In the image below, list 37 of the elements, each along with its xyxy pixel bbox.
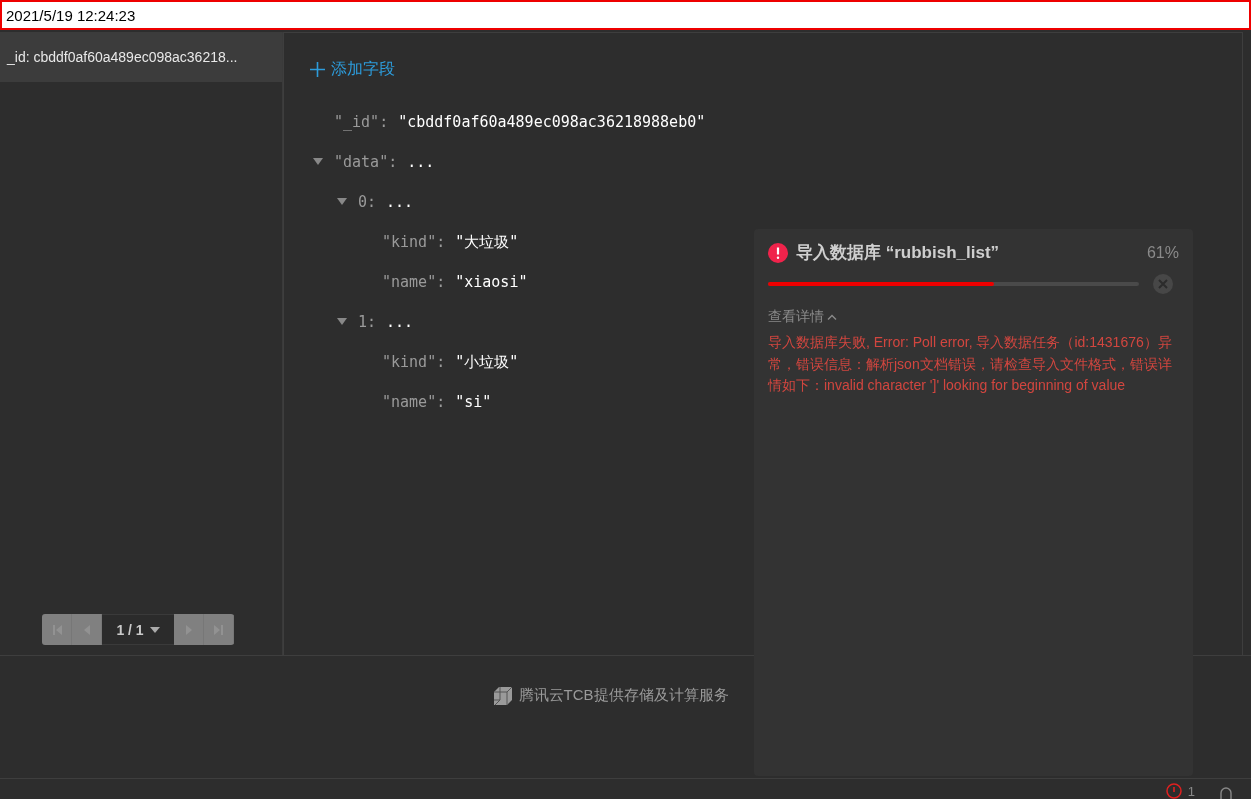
field-value: ... — [407, 153, 435, 171]
notification-title: 导入数据库 “rubbish_list” — [796, 242, 1001, 264]
field-key: "_id": — [334, 113, 389, 131]
field-value: "cbddf0af60a489ec098ac36218988eb0" — [398, 113, 706, 131]
field-key: 1: — [358, 313, 377, 331]
field-key: "name": — [382, 273, 446, 291]
time-field[interactable]: 2021/5/19 12:24:23 — [0, 0, 1251, 30]
cube-icon — [492, 686, 513, 706]
error-count: 1 — [1187, 785, 1195, 799]
field-value: "大垃圾" — [455, 232, 519, 252]
error-icon — [768, 242, 788, 263]
field-value: "小垃圾" — [455, 352, 519, 372]
close-icon — [1158, 279, 1168, 289]
field-value: "si" — [455, 393, 492, 411]
caret-icon — [337, 198, 347, 206]
field-key: "kind": — [382, 233, 446, 251]
field-key: "name": — [382, 393, 446, 411]
progress-percent: 61% — [1146, 243, 1179, 262]
warning-icon — [1165, 783, 1182, 799]
field-key: "kind": — [382, 353, 446, 371]
caret-icon — [313, 158, 323, 166]
field-key: "data": — [334, 153, 398, 171]
plus-icon — [310, 62, 325, 77]
field-key: 0: — [358, 193, 377, 211]
caret-icon — [827, 314, 837, 320]
error-message: 导入数据库失败, Error: Poll error, 导入数据任务（id:1431676）异常，错误信息：解析json文档错误，请检查导入文件格式，错误详情如下：invalid character ']' looking for beginning of value — [768, 333, 1173, 395]
page-selector[interactable]: 1 / 1 — [102, 614, 174, 645]
record-item[interactable]: _id: cbddf0af60a489ec098ac36218... — [0, 32, 282, 82]
caret-icon — [337, 318, 347, 326]
field-value: ... — [386, 313, 414, 331]
caret-icon — [149, 626, 160, 633]
details-toggle[interactable]: 查看详情 — [768, 308, 837, 326]
close-button[interactable] — [1153, 274, 1173, 294]
footer-text: 腾讯云TCB提供存储及计算服务 — [518, 686, 729, 705]
add-field-button[interactable]: 添加字段 — [310, 59, 395, 80]
field-value: "xiaosi" — [455, 273, 528, 291]
field-value: ... — [386, 193, 414, 211]
